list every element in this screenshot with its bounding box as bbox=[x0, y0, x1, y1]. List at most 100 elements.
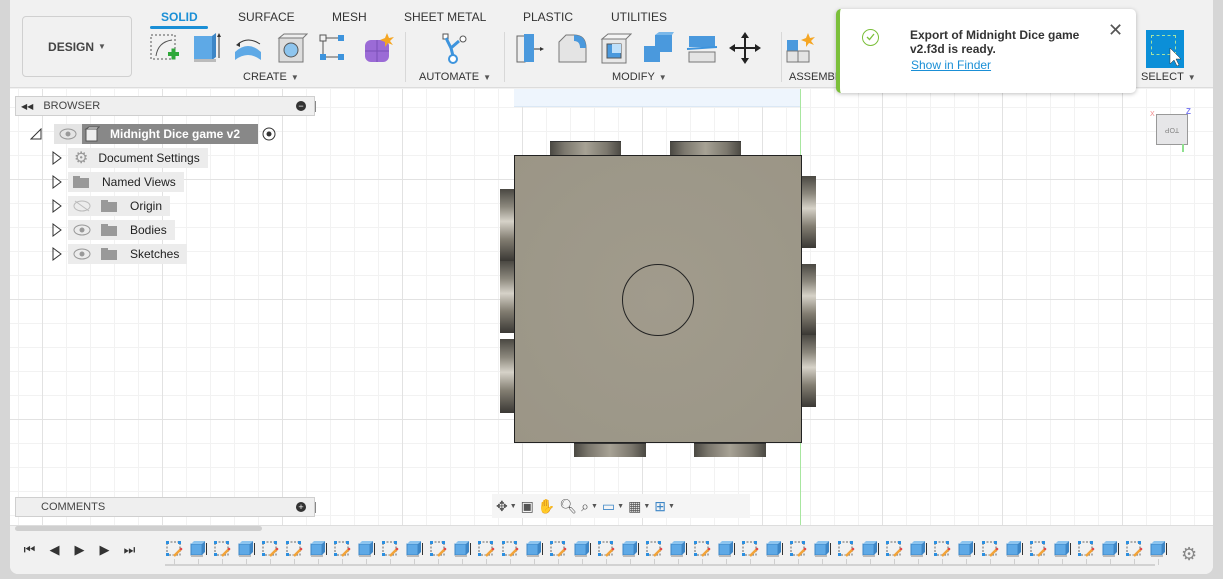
browser-item-named-views[interactable]: Named Views bbox=[52, 172, 184, 192]
timeline-extrude-icon[interactable] bbox=[405, 540, 423, 558]
workspace-design-button[interactable]: DESIGN ▼ bbox=[22, 16, 132, 77]
eye-icon[interactable] bbox=[72, 248, 92, 260]
dice-body[interactable] bbox=[514, 155, 802, 443]
timeline-extrude-icon[interactable] bbox=[189, 540, 207, 558]
timeline-extrude-icon[interactable] bbox=[573, 540, 591, 558]
dice-peg[interactable] bbox=[694, 443, 766, 457]
timeline-sketch-icon[interactable] bbox=[933, 540, 951, 558]
timeline-sketch-icon[interactable] bbox=[285, 540, 303, 558]
timeline-extrude-icon[interactable] bbox=[957, 540, 975, 558]
browser-item-origin[interactable]: Origin bbox=[52, 196, 171, 216]
browser-item-document-settings[interactable]: ⚙ Document Settings bbox=[52, 148, 208, 168]
pattern-icon[interactable] bbox=[318, 32, 350, 64]
fit-icon[interactable]: ⌕ ▼ bbox=[581, 498, 598, 515]
expand-triangle-icon[interactable] bbox=[52, 151, 62, 165]
dice-peg[interactable] bbox=[802, 335, 816, 407]
tab-surface[interactable]: SURFACE bbox=[238, 10, 295, 24]
expand-triangle-icon[interactable] bbox=[52, 247, 62, 261]
timeline-sketch-icon[interactable] bbox=[213, 540, 231, 558]
automate-menu[interactable]: AUTOMATE ▼ bbox=[419, 71, 491, 83]
timeline-extrude-icon[interactable] bbox=[1149, 540, 1167, 558]
timeline-extrude-icon[interactable] bbox=[309, 540, 327, 558]
expand-triangle-icon[interactable] bbox=[52, 223, 62, 237]
dice-peg[interactable] bbox=[802, 176, 816, 248]
show-in-finder-link[interactable]: Show in Finder bbox=[911, 58, 991, 72]
timeline-extrude-icon[interactable] bbox=[1053, 540, 1071, 558]
dice-peg[interactable] bbox=[500, 261, 514, 333]
orbit-icon[interactable]: ✥ ▼ bbox=[496, 498, 517, 515]
tab-solid[interactable]: SOLID bbox=[161, 10, 198, 24]
timeline-sketch-icon[interactable] bbox=[789, 540, 807, 558]
play-icon[interactable]: ▶ bbox=[72, 542, 87, 558]
activate-radio-icon[interactable] bbox=[262, 127, 276, 141]
timeline-sketch-icon[interactable] bbox=[597, 540, 615, 558]
timeline-sketch-icon[interactable] bbox=[477, 540, 495, 558]
timeline-sketch-icon[interactable] bbox=[645, 540, 663, 558]
timeline-sketch-icon[interactable] bbox=[741, 540, 759, 558]
display-settings-icon[interactable]: ▭ ▼ bbox=[602, 498, 624, 515]
timeline-extrude-icon[interactable] bbox=[669, 540, 687, 558]
timeline-sketch-icon[interactable] bbox=[549, 540, 567, 558]
extrude-icon[interactable] bbox=[190, 32, 222, 64]
step-forward-icon[interactable]: ▶ bbox=[97, 542, 112, 558]
viewports-icon[interactable]: ⊞ ▼ bbox=[654, 498, 675, 515]
select-menu[interactable]: SELECT ▼ bbox=[1141, 71, 1196, 83]
create-form-icon[interactable] bbox=[362, 32, 394, 64]
timeline-sketch-icon[interactable] bbox=[981, 540, 999, 558]
browser-item-sketches[interactable]: Sketches bbox=[52, 244, 188, 264]
go-to-start-icon[interactable]: ⏮ bbox=[22, 542, 37, 558]
minimize-icon[interactable]: − bbox=[296, 101, 306, 111]
modify-menu[interactable]: MODIFY ▼ bbox=[612, 71, 667, 83]
browser-item-bodies[interactable]: Bodies bbox=[52, 220, 175, 240]
tab-mesh[interactable]: MESH bbox=[332, 10, 367, 24]
select-icon[interactable] bbox=[1146, 30, 1184, 68]
timeline-sketch-icon[interactable] bbox=[501, 540, 519, 558]
assemble-menu[interactable]: ASSEMBL bbox=[789, 71, 841, 83]
timeline-settings-gear-icon[interactable]: ⚙ bbox=[1181, 544, 1197, 565]
eye-icon[interactable] bbox=[58, 128, 78, 140]
timeline-sketch-icon[interactable] bbox=[165, 540, 183, 558]
automate-icon[interactable] bbox=[437, 32, 469, 64]
dice-peg[interactable] bbox=[500, 189, 514, 261]
expand-triangle-icon[interactable] bbox=[52, 175, 62, 189]
new-component-icon[interactable] bbox=[784, 32, 816, 64]
timeline-extrude-icon[interactable] bbox=[1101, 540, 1119, 558]
go-to-end-icon[interactable]: ⏭ bbox=[122, 542, 137, 558]
timeline-sketch-icon[interactable] bbox=[1077, 540, 1095, 558]
timeline-extrude-icon[interactable] bbox=[765, 540, 783, 558]
timeline-sketch-icon[interactable] bbox=[1125, 540, 1143, 558]
viewcube[interactable]: TOP bbox=[1156, 114, 1188, 145]
grid-icon[interactable]: ▦ ▼ bbox=[628, 498, 650, 515]
collapse-panel-icon[interactable]: ◀◀ bbox=[21, 102, 33, 111]
hole-icon[interactable] bbox=[276, 32, 308, 64]
look-at-icon[interactable]: ▣ bbox=[521, 498, 534, 515]
timeline-extrude-icon[interactable] bbox=[861, 540, 879, 558]
timeline-extrude-icon[interactable] bbox=[909, 540, 927, 558]
split-body-icon[interactable] bbox=[686, 32, 718, 64]
timeline-sketch-icon[interactable] bbox=[261, 540, 279, 558]
browser-root-label[interactable]: Midnight Dice game v2 bbox=[100, 125, 250, 143]
zoom-icon[interactable]: 🔍︎ bbox=[559, 498, 577, 515]
revolve-icon[interactable] bbox=[232, 32, 264, 64]
timeline-extrude-icon[interactable] bbox=[1005, 540, 1023, 558]
tab-sheet-metal[interactable]: SHEET METAL bbox=[404, 10, 486, 24]
dice-peg[interactable] bbox=[574, 443, 646, 457]
expanded-triangle-icon[interactable] bbox=[30, 128, 42, 140]
timeline-sketch-icon[interactable] bbox=[429, 540, 447, 558]
add-comment-icon[interactable]: + bbox=[296, 502, 306, 512]
panel-grip[interactable] bbox=[315, 502, 317, 513]
timeline-extrude-icon[interactable] bbox=[813, 540, 831, 558]
comments-panel-header[interactable]: COMMENTS + bbox=[15, 497, 317, 517]
timeline-sketch-icon[interactable] bbox=[693, 540, 711, 558]
dice-peg[interactable] bbox=[500, 339, 514, 413]
tab-utilities[interactable]: UTILITIES bbox=[611, 10, 667, 24]
create-menu[interactable]: CREATE ▼ bbox=[243, 71, 299, 83]
press-pull-icon[interactable] bbox=[514, 32, 546, 64]
expand-triangle-icon[interactable] bbox=[52, 199, 62, 213]
timeline-extrude-icon[interactable] bbox=[237, 540, 255, 558]
browser-root-row[interactable]: Midnight Dice game v2 bbox=[30, 124, 276, 144]
dice-peg[interactable] bbox=[802, 264, 816, 335]
pan-icon[interactable]: ✋ bbox=[538, 498, 555, 515]
dice-peg[interactable] bbox=[550, 141, 621, 155]
timeline-sketch-icon[interactable] bbox=[381, 540, 399, 558]
